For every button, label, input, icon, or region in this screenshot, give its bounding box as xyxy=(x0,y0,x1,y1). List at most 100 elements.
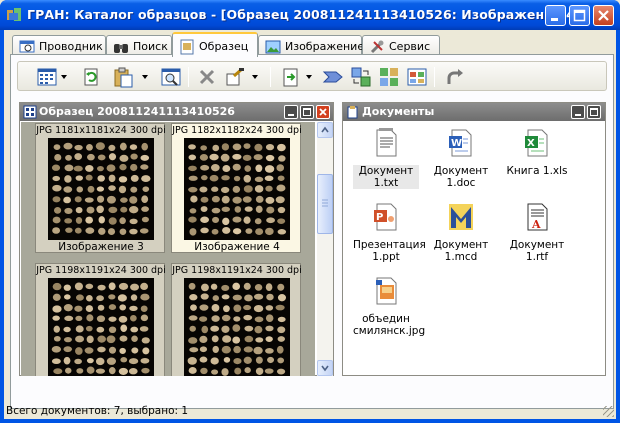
scroll-up-button[interactable] xyxy=(317,122,333,138)
tab-service[interactable]: Сервис xyxy=(362,35,440,56)
grain xyxy=(52,315,60,321)
grain xyxy=(86,144,93,151)
chevron-down-icon[interactable] xyxy=(252,75,258,79)
grain xyxy=(277,336,285,342)
tab-search[interactable]: Поиск xyxy=(106,35,172,56)
grain xyxy=(234,367,242,375)
document-label: Книга 1.xls xyxy=(506,165,568,177)
vertical-scrollbar[interactable] xyxy=(317,122,333,376)
grain xyxy=(97,284,106,291)
svg-text:W: W xyxy=(451,138,462,149)
grain xyxy=(221,368,229,376)
grain xyxy=(221,175,230,181)
grain xyxy=(98,227,106,235)
image-grid-icon[interactable] xyxy=(406,66,428,88)
panel-maximize-button[interactable] xyxy=(587,105,601,119)
tab-image[interactable]: Изображение xyxy=(258,35,364,56)
grain xyxy=(209,153,219,161)
grain xyxy=(108,206,118,214)
panel-close-button[interactable] xyxy=(316,105,330,119)
tab-sample[interactable]: Образец xyxy=(172,32,258,57)
document-item[interactable]: объедин смилянск.jpg xyxy=(353,275,425,337)
resize-grip-icon[interactable] xyxy=(603,406,614,417)
grain xyxy=(119,304,127,311)
grain xyxy=(253,293,264,300)
grain xyxy=(200,206,208,213)
zoom-window-icon[interactable] xyxy=(160,66,182,88)
paste-icon[interactable] xyxy=(112,66,134,88)
grain xyxy=(243,143,251,149)
toolbar-separator xyxy=(434,67,435,87)
grain xyxy=(98,216,105,224)
tools-icon xyxy=(370,40,384,54)
chevron-down-icon[interactable] xyxy=(142,75,148,79)
grain xyxy=(53,335,61,342)
grain xyxy=(86,335,94,344)
grain xyxy=(140,305,148,312)
grain xyxy=(96,326,105,333)
grid-view-icon[interactable] xyxy=(36,66,58,88)
grain xyxy=(243,356,252,364)
tab-explorer[interactable]: Проводник xyxy=(12,35,106,56)
minimize-button[interactable] xyxy=(545,5,566,26)
grain xyxy=(212,345,219,353)
grid-view-icon xyxy=(23,105,37,119)
grain xyxy=(210,283,218,290)
document-item[interactable]: Документ 1.mcd xyxy=(428,201,494,263)
redo-icon[interactable] xyxy=(444,66,466,88)
panel-maximize-button[interactable] xyxy=(300,105,314,119)
thumbnail-image-6[interactable]: JPG 1198x1191x24 300 dpi xyxy=(171,263,302,376)
grain xyxy=(63,304,73,312)
thumbnail-image-3[interactable]: JPG 1181x1181x24 300 dpi Изображение 3 xyxy=(35,123,166,253)
grain xyxy=(188,165,197,172)
scroll-down-button[interactable] xyxy=(317,360,333,376)
grain xyxy=(96,186,105,192)
document-item[interactable]: X Книга 1.xls xyxy=(504,127,570,177)
sample-panel-title: Образец 200811241113410526 xyxy=(39,105,235,118)
grain xyxy=(140,314,149,322)
grain xyxy=(52,293,61,301)
close-button[interactable] xyxy=(593,5,614,26)
move-icon[interactable] xyxy=(322,66,344,88)
grain xyxy=(140,357,150,364)
delete-icon[interactable] xyxy=(196,66,218,88)
grain xyxy=(265,325,274,332)
maximize-button[interactable] xyxy=(569,5,590,26)
grain xyxy=(63,346,73,353)
grain xyxy=(221,345,231,354)
panel-minimize-button[interactable] xyxy=(284,105,298,119)
grain xyxy=(128,358,139,365)
documents-panel-header[interactable]: Документы xyxy=(343,103,605,121)
panel-minimize-button[interactable] xyxy=(571,105,585,119)
document-item[interactable]: Документ 1.txt xyxy=(353,127,419,189)
import-icon[interactable] xyxy=(280,66,302,88)
grain xyxy=(84,347,94,354)
document-item[interactable]: W Документ 1.doc xyxy=(428,127,494,189)
thumbnail-image-5[interactable]: JPG 1198x1191x24 300 dpi xyxy=(35,263,166,376)
grain xyxy=(53,325,60,333)
grain xyxy=(63,326,71,333)
close-icon xyxy=(319,108,327,116)
grain xyxy=(130,283,139,291)
grain xyxy=(244,335,254,343)
grain xyxy=(130,174,139,182)
grain xyxy=(277,316,286,323)
grain xyxy=(265,283,273,292)
swap-icon[interactable] xyxy=(350,66,372,88)
grain xyxy=(199,346,208,353)
grain xyxy=(265,185,273,192)
scroll-thumb[interactable] xyxy=(317,174,333,234)
chevron-down-icon[interactable] xyxy=(61,75,67,79)
join-icon[interactable] xyxy=(378,66,400,88)
thumbnail-image-4[interactable]: JPG 1182x1182x24 300 dpi Изображение 4 xyxy=(171,123,302,253)
properties-icon[interactable] xyxy=(224,66,246,88)
sample-panel-header[interactable]: Образец 200811241113410526 xyxy=(20,103,333,121)
minimize-icon xyxy=(288,114,294,116)
chevron-down-icon[interactable] xyxy=(306,75,312,79)
document-item[interactable]: P Презентация 1.ppt xyxy=(353,201,426,263)
title-bar[interactable]: ГРАН: Каталог образцов - [Образец 200811… xyxy=(0,0,620,30)
grain xyxy=(129,206,139,214)
document-item[interactable]: A Документ 1.rtf xyxy=(504,201,570,263)
refresh-icon[interactable] xyxy=(80,66,102,88)
grain xyxy=(265,143,275,151)
